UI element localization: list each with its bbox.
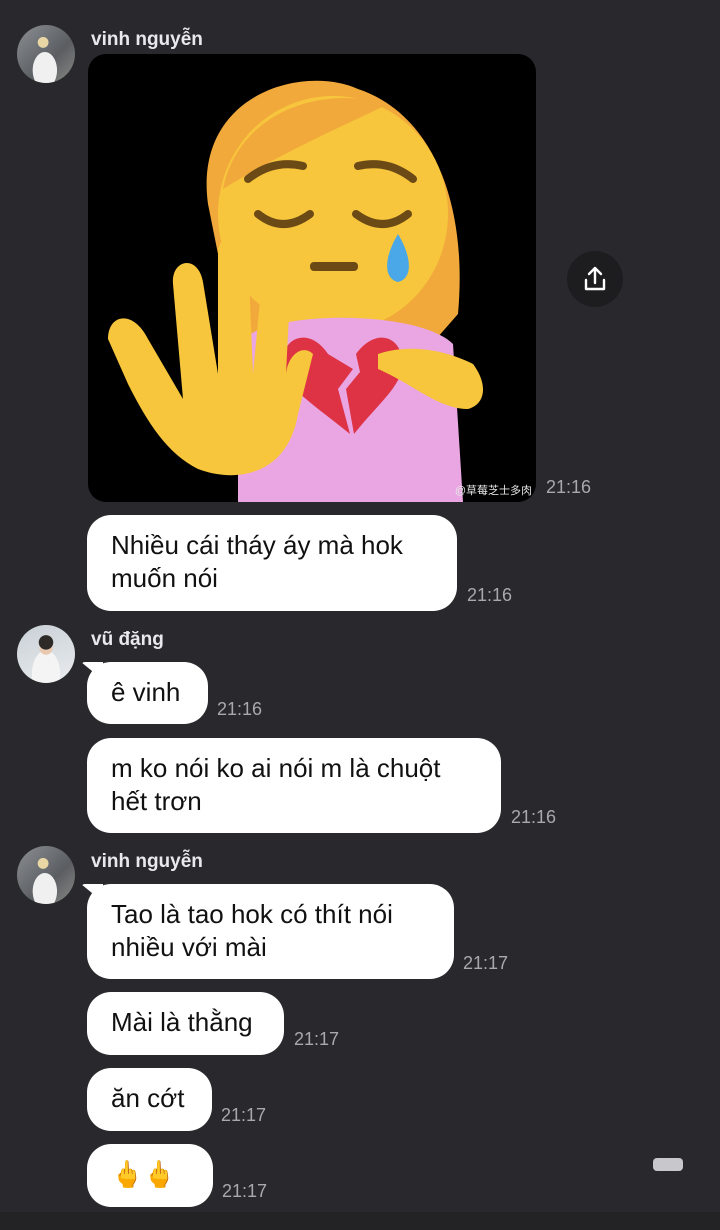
message-text-line: ăn cớt (111, 1083, 185, 1113)
timestamp: 21:17 (222, 1181, 268, 1201)
message-text-line: Nhiều cái tháy áy mà hok (111, 530, 403, 560)
message-text-line: hết trơn (111, 786, 202, 816)
timestamp: 21:16 (511, 807, 557, 827)
message-bubble[interactable]: 🖕🖕 (87, 1144, 213, 1207)
timestamp: 21:16 (546, 477, 592, 497)
timestamp: 21:17 (463, 953, 509, 973)
bottom-bar (0, 1212, 720, 1230)
image-watermark: @草莓芝士多肉 (454, 485, 532, 497)
image-message[interactable]: @草莓芝士多肉 (88, 54, 536, 502)
message-text-line: Mài là thằng (111, 1007, 253, 1037)
avatar[interactable] (17, 625, 75, 683)
crying-girl-emoji-image (108, 80, 484, 502)
message-text-line: muốn nói (111, 563, 218, 593)
timestamp: 21:17 (294, 1029, 340, 1049)
message-text-line: nhiều với mài (111, 932, 267, 962)
share-upload-icon (584, 266, 606, 291)
message-bubble[interactable]: ăn cớt (87, 1068, 212, 1131)
message-bubble[interactable]: m ko nói ko ai nói m là chuột hết trơn (87, 738, 501, 833)
share-button[interactable] (567, 251, 623, 307)
avatar[interactable] (17, 846, 75, 904)
timestamp: 21:16 (217, 699, 263, 719)
message-text-line: ê vinh (111, 677, 181, 707)
timestamp: 21:17 (221, 1105, 267, 1125)
message-text-line: 🖕🖕 (111, 1159, 176, 1189)
message-text-line: Tao là tao hok có thít nói (111, 899, 393, 929)
message-bubble[interactable]: Nhiều cái tháy áy mà hok muốn nói (87, 515, 457, 611)
message-text-line: m ko nói ko ai nói m là chuột (111, 753, 441, 783)
sender-name: vinh nguyễn (91, 29, 203, 50)
sender-name: vũ đặng (91, 629, 164, 650)
message-bubble[interactable]: ê vinh (87, 662, 208, 724)
avatar[interactable] (17, 25, 75, 83)
scroll-handle[interactable] (653, 1158, 683, 1171)
message-bubble[interactable]: Mài là thằng (87, 992, 284, 1055)
timestamp: 21:16 (467, 585, 513, 605)
sender-name: vinh nguyễn (91, 851, 203, 872)
message-bubble[interactable]: Tao là tao hok có thít nói nhiều với mài (87, 884, 454, 979)
